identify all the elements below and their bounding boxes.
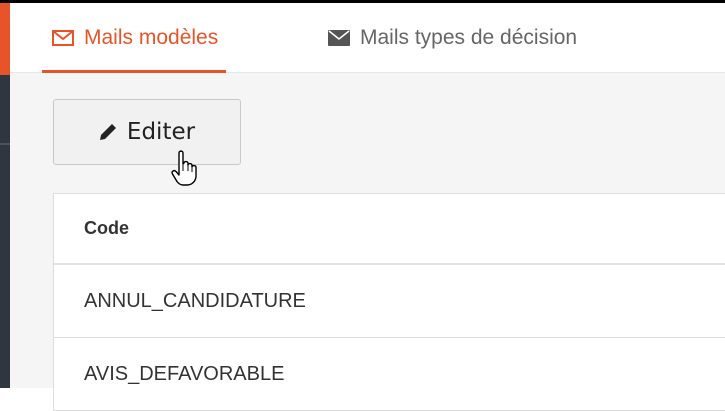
main-content: Editer Code ANNUL_CANDIDATURE AVIS_DEFAV… xyxy=(10,73,725,411)
tab-label: Mails types de décision xyxy=(360,25,578,49)
edit-button-label: Editer xyxy=(126,119,196,145)
table-row[interactable]: AVIS_DEFAVORABLE xyxy=(54,338,725,411)
tab-mails-modeles[interactable]: Mails modèles xyxy=(42,3,227,73)
sidebar-active-indicator xyxy=(0,3,10,75)
sidebar-divider xyxy=(0,143,10,145)
hand-pointer-cursor-icon xyxy=(170,149,200,192)
envelope-outline-icon xyxy=(52,29,74,46)
edit-button[interactable]: Editer xyxy=(53,99,241,165)
tab-label: Mails modèles xyxy=(84,25,219,49)
tab-mails-types-decision[interactable]: Mails types de décision xyxy=(328,3,577,72)
pencil-icon xyxy=(99,123,117,141)
table-row[interactable]: ANNUL_CANDIDATURE xyxy=(54,265,725,338)
sidebar xyxy=(0,3,10,388)
mails-table: Code ANNUL_CANDIDATURE AVIS_DEFAVORABLE xyxy=(53,193,725,411)
envelope-icon xyxy=(328,29,350,46)
tab-bar: Mails modèles Mails types de décision xyxy=(10,3,725,73)
column-header-code[interactable]: Code xyxy=(54,193,725,265)
